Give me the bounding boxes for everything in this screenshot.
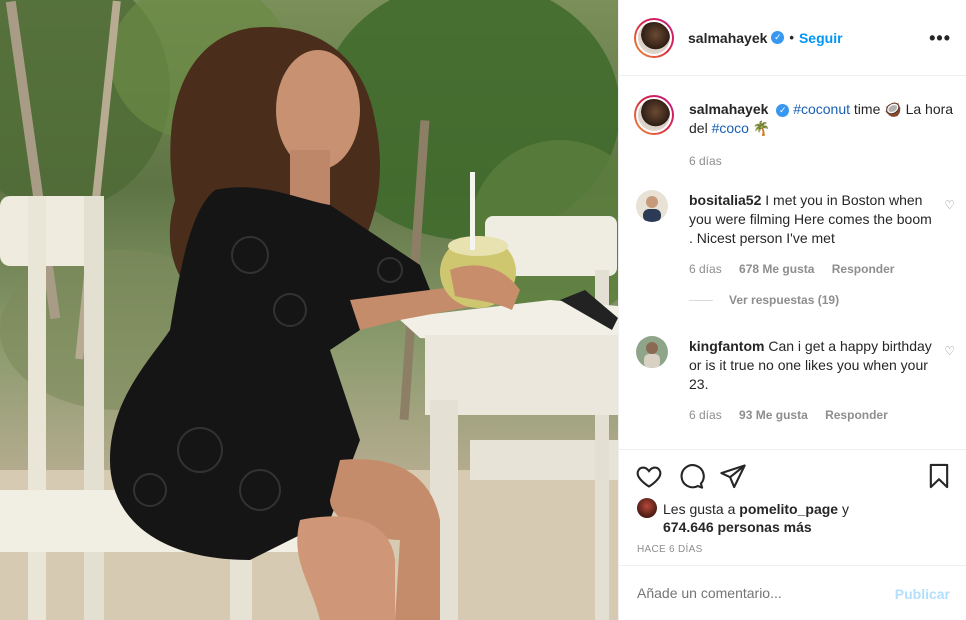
post-actions: Les gusta a pomelito_page y 674.646 pers… — [619, 449, 966, 565]
liker-username[interactable]: pomelito_page — [739, 501, 838, 517]
caption-avatar[interactable] — [634, 95, 674, 135]
commenter-avatar[interactable] — [636, 336, 668, 368]
post-header: salmahayek ✓ • Seguir ••• — [619, 0, 966, 76]
action-bar — [635, 462, 747, 490]
hashtag-link[interactable]: #coconut — [793, 101, 850, 117]
reply-button[interactable]: Responder — [825, 408, 888, 422]
comment-meta: 6 días 678 Me gusta Responder — [689, 260, 939, 279]
caption-meta: 6 días — [689, 152, 954, 171]
comment-age[interactable]: 6 días — [689, 408, 722, 422]
author-username[interactable]: salmahayek — [688, 30, 767, 46]
caption-text: 🌴 — [748, 120, 771, 136]
share-icon[interactable] — [719, 462, 747, 490]
view-replies-label: Ver respuestas (19) — [729, 293, 840, 307]
comment-item: kingfantom Can i get a happy birthday or… — [634, 336, 959, 425]
replies-divider — [689, 300, 713, 302]
comment-age[interactable]: 6 días — [689, 262, 722, 276]
comment-icon[interactable] — [677, 462, 705, 490]
follow-button[interactable]: Seguir — [799, 30, 843, 46]
comment-item: bositalia52 I met you in Boston when you… — [634, 190, 959, 279]
likes-summary: Les gusta a pomelito_page y 674.646 pers… — [637, 498, 849, 536]
liker-avatar[interactable] — [637, 498, 657, 518]
hashtag-link[interactable]: #coco — [712, 120, 749, 136]
likes-prefix: Les gusta a — [663, 501, 740, 517]
separator-dot: • — [789, 30, 794, 45]
likes-count[interactable]: 674.646 personas más — [663, 519, 812, 535]
heart-icon[interactable] — [635, 462, 663, 490]
view-replies-button[interactable]: Ver respuestas (19) — [689, 293, 839, 307]
post-image — [0, 0, 618, 620]
post-photo[interactable] — [0, 0, 618, 620]
comment-heart-icon[interactable]: ♡ — [944, 344, 955, 358]
verified-icon: ✓ — [771, 31, 785, 44]
comment-username[interactable]: bositalia52 — [689, 192, 761, 208]
comment-meta: 6 días 93 Me gusta Responder — [689, 406, 939, 425]
add-comment-bar: Publicar — [619, 565, 966, 620]
more-options-icon[interactable]: ••• — [929, 28, 951, 49]
commenter-avatar[interactable] — [636, 190, 668, 222]
comment-username[interactable]: kingfantom — [689, 338, 764, 354]
post-sidebar: salmahayek ✓ • Seguir ••• salmahayek ✓ #… — [618, 0, 966, 620]
likes-connector: y — [838, 501, 849, 517]
comment-likes[interactable]: 93 Me gusta — [739, 408, 808, 422]
verified-icon: ✓ — [776, 104, 790, 117]
comment-heart-icon[interactable]: ♡ — [944, 198, 955, 212]
post-caption: salmahayek ✓ #coconut time 🥥 La hora del… — [634, 95, 954, 171]
publish-button[interactable]: Publicar — [895, 586, 950, 602]
post-date[interactable]: HACE 6 DÍAS — [637, 544, 703, 555]
comment-input[interactable] — [637, 585, 877, 601]
comment-likes[interactable]: 678 Me gusta — [739, 262, 814, 276]
reply-button[interactable]: Responder — [832, 262, 895, 276]
author-avatar[interactable] — [634, 17, 674, 58]
bookmark-icon[interactable] — [925, 462, 953, 490]
comments-list[interactable]: salmahayek ✓ #coconut time 🥥 La hora del… — [619, 77, 966, 449]
caption-age[interactable]: 6 días — [689, 154, 722, 168]
caption-username[interactable]: salmahayek — [689, 101, 768, 117]
